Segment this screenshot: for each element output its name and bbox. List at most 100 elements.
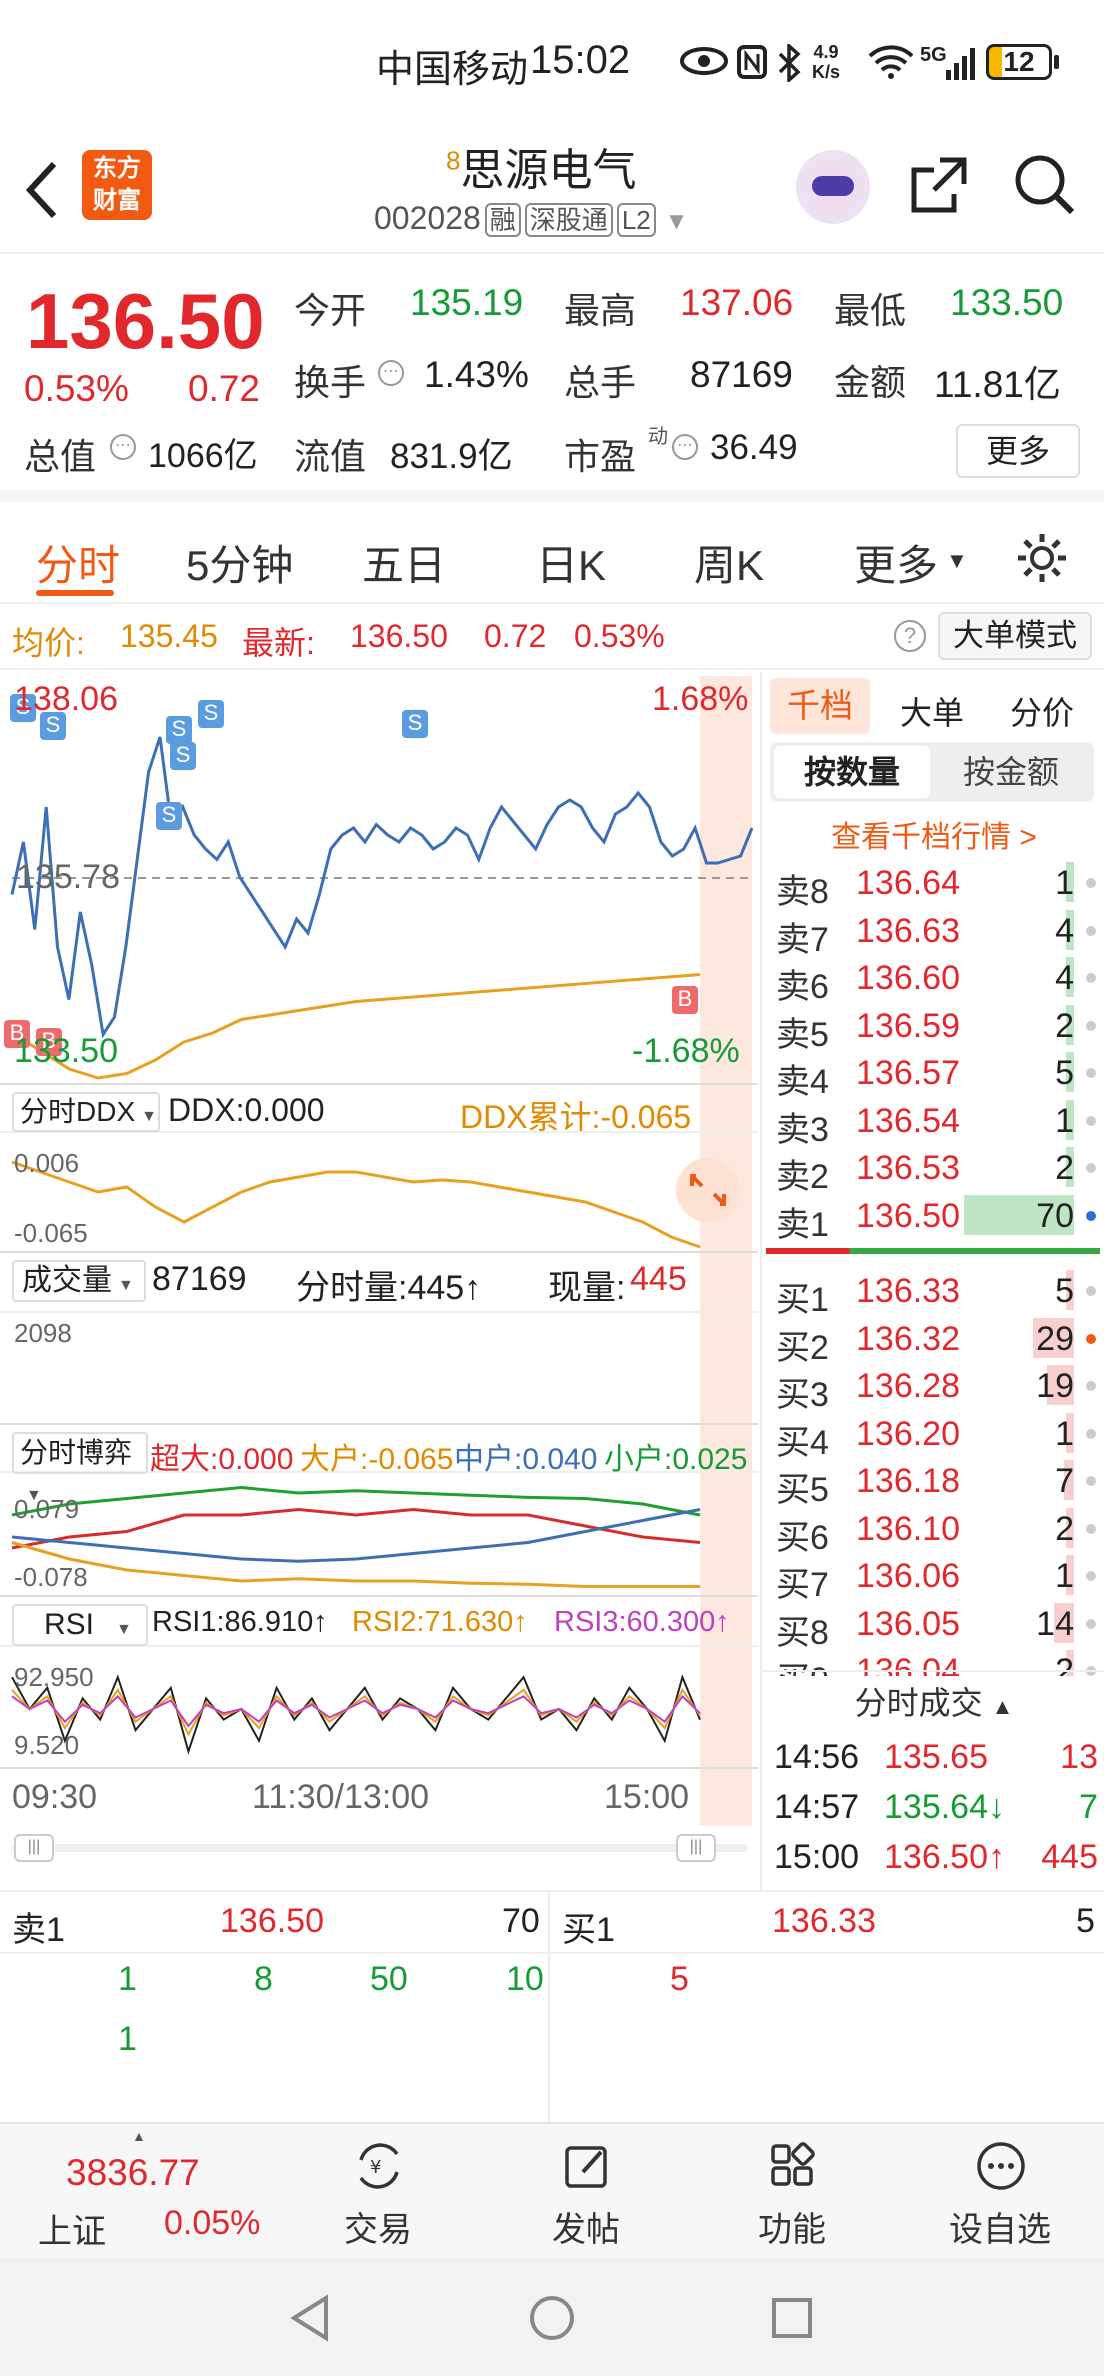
info-icon[interactable]: ⋯ bbox=[672, 434, 698, 460]
ddx-select[interactable]: 分时DDX ▼ bbox=[12, 1092, 160, 1132]
trade-time: 15:00 bbox=[774, 1838, 860, 1876]
trade-price: 135.65 bbox=[884, 1738, 988, 1776]
status-dot bbox=[1086, 878, 1096, 888]
nav-add-watchlist[interactable]: 设自选 bbox=[930, 2124, 1070, 2260]
bid-qty: 14 bbox=[1036, 1604, 1074, 1643]
tab-dadan[interactable]: 大单 bbox=[900, 688, 964, 734]
help-icon[interactable]: ? bbox=[894, 620, 926, 652]
nav-functions[interactable]: 功能 bbox=[722, 2124, 862, 2260]
by-amount-button[interactable]: 按金额 bbox=[932, 746, 1090, 798]
gear-icon[interactable] bbox=[1014, 530, 1070, 586]
bid-row[interactable]: 买4 136.20 1 bbox=[768, 1409, 1102, 1462]
sell-marker-icon[interactable]: S bbox=[402, 710, 428, 738]
trade-time: 14:57 bbox=[774, 1788, 860, 1826]
sell-marker-icon[interactable]: S bbox=[166, 716, 192, 744]
tab-daily[interactable]: 日K bbox=[536, 532, 606, 593]
range-handle-left[interactable]: ||| bbox=[14, 1834, 54, 1862]
tab-weekly[interactable]: 周K bbox=[694, 532, 764, 593]
nav-trade[interactable]: ¥ 交易 bbox=[308, 2124, 448, 2260]
bid-price: 136.05 bbox=[856, 1604, 960, 1643]
system-recents-icon[interactable] bbox=[770, 2296, 814, 2340]
info-icon[interactable]: ⋯ bbox=[378, 360, 404, 386]
system-home-icon[interactable] bbox=[528, 2294, 576, 2342]
rsi-select[interactable]: RSI ▼ bbox=[12, 1604, 148, 1646]
bid-row[interactable]: 买1 136.33 5 bbox=[768, 1266, 1102, 1319]
y-mid-label: 135.78 bbox=[16, 858, 120, 896]
ddx-bottom: -0.065 bbox=[14, 1218, 88, 1248]
ask-row[interactable]: 卖8 136.64 1 bbox=[768, 858, 1102, 911]
bid-row[interactable]: 买2 136.32 29 bbox=[768, 1314, 1102, 1367]
game-top: 0.079 bbox=[14, 1494, 80, 1524]
sell-marker-icon[interactable]: S bbox=[156, 802, 182, 830]
tab-fenjia[interactable]: 分价 bbox=[1010, 688, 1074, 734]
ask-price: 136.63 bbox=[856, 911, 960, 950]
stock-header: 东方 财富 8思源电气 002028 融深股通 L2 ▼ bbox=[0, 132, 1104, 254]
big-order-mode-button[interactable]: 大单模式 bbox=[938, 612, 1092, 660]
stock-code: 002028 bbox=[374, 200, 481, 236]
tab-intraday[interactable]: 分时 bbox=[36, 532, 120, 593]
ask-row[interactable]: 卖7 136.63 4 bbox=[768, 906, 1102, 959]
bid-row[interactable]: 买5 136.18 7 bbox=[768, 1456, 1102, 1509]
bid-qty: 2 bbox=[1055, 1509, 1074, 1548]
time-mid: 11:30/13:00 bbox=[252, 1778, 430, 1816]
y-high-label: 138.06 bbox=[14, 680, 118, 718]
latest-label: 最新: bbox=[242, 625, 315, 661]
system-back-icon[interactable] bbox=[288, 2294, 332, 2342]
chevron-up-icon: ▲ bbox=[991, 1694, 1014, 1719]
ask-row[interactable]: 卖6 136.60 4 bbox=[768, 953, 1102, 1006]
more-button[interactable]: 更多 bbox=[956, 424, 1080, 478]
status-dot bbox=[1086, 925, 1096, 936]
trade-icon: ¥ bbox=[359, 2143, 399, 2189]
bid-row[interactable]: 买3 136.28 19 bbox=[768, 1361, 1102, 1414]
expand-icon[interactable] bbox=[676, 1158, 740, 1222]
tab-5day[interactable]: 五日 bbox=[362, 532, 446, 593]
back-icon[interactable] bbox=[22, 160, 62, 220]
intraday-chart-area[interactable]: S S S S S S S B B B 138.06 135.78 133.50… bbox=[0, 672, 758, 1890]
index-ticker[interactable]: ▲ 3836.77 上证 0.05% bbox=[0, 2124, 300, 2260]
bid-row[interactable]: 买6 136.10 2 bbox=[768, 1504, 1102, 1557]
trade-row: 15:00 136.50↑ 445 bbox=[768, 1832, 1102, 1882]
nav-trade-label: 交易 bbox=[344, 2211, 412, 2249]
ask-price: 136.57 bbox=[856, 1054, 960, 1092]
ask-row[interactable]: 卖3 136.54 1 bbox=[768, 1096, 1102, 1149]
sell-marker-icon[interactable]: S bbox=[198, 700, 224, 728]
chevron-down-icon: ▼ bbox=[946, 548, 968, 573]
pct-low-label: -1.68% bbox=[632, 1032, 740, 1070]
queue-buy-price: 136.33 bbox=[772, 1902, 876, 1940]
y-low-label: 133.50 bbox=[14, 1032, 118, 1070]
by-quantity-button[interactable]: 按数量 bbox=[774, 746, 930, 798]
latest-change: 0.72 bbox=[484, 618, 547, 654]
search-icon[interactable] bbox=[1012, 152, 1078, 218]
tab-qiandang[interactable]: 千档 bbox=[770, 678, 870, 734]
ask-row[interactable]: 卖4 136.57 5 bbox=[768, 1048, 1102, 1101]
capital-game-select[interactable]: 分时博弈▼ bbox=[12, 1432, 148, 1504]
now-volume: 445 bbox=[630, 1260, 687, 1298]
bid-row[interactable]: 买7 136.06 1 bbox=[768, 1551, 1102, 1604]
status-dot bbox=[1086, 1523, 1096, 1534]
battery-icon: 12 bbox=[986, 44, 1052, 80]
latest-pct: 0.53% bbox=[574, 618, 665, 654]
ask-price: 136.54 bbox=[856, 1101, 960, 1140]
tab-5min[interactable]: 5分钟 bbox=[186, 532, 293, 593]
sell-marker-icon[interactable]: S bbox=[170, 742, 196, 770]
queue-sell-price: 136.50 bbox=[220, 1902, 324, 1940]
super-large: 超大:0.000 bbox=[150, 1443, 294, 1476]
trades-title[interactable]: 分时成交 ▲ bbox=[762, 1678, 1104, 1724]
robot-avatar-icon[interactable] bbox=[796, 150, 870, 224]
small: 小户:0.025 bbox=[604, 1443, 748, 1476]
bid-price: 136.10 bbox=[856, 1509, 960, 1548]
buy-marker-icon[interactable]: B bbox=[672, 986, 698, 1014]
volume-select[interactable]: 成交量 ▼ bbox=[12, 1260, 146, 1302]
ask-row[interactable]: 卖1 136.50 70 bbox=[768, 1191, 1102, 1244]
bid-row[interactable]: 买8 136.05 14 bbox=[768, 1599, 1102, 1652]
nav-post[interactable]: 发帖 bbox=[516, 2124, 656, 2260]
avg-label: 均价: bbox=[12, 625, 85, 661]
sell-order: 1 bbox=[118, 1960, 137, 1998]
info-icon[interactable]: ⋯ bbox=[110, 434, 136, 460]
ask-row[interactable]: 卖5 136.59 2 bbox=[768, 1001, 1102, 1054]
view-qiandang-link[interactable]: 查看千档行情 > bbox=[762, 812, 1104, 856]
tab-more[interactable]: 更多 bbox=[854, 532, 938, 593]
share-icon[interactable] bbox=[906, 154, 970, 218]
ask-row[interactable]: 卖2 136.53 2 bbox=[768, 1143, 1102, 1196]
range-handle-right[interactable]: ||| bbox=[676, 1834, 716, 1862]
